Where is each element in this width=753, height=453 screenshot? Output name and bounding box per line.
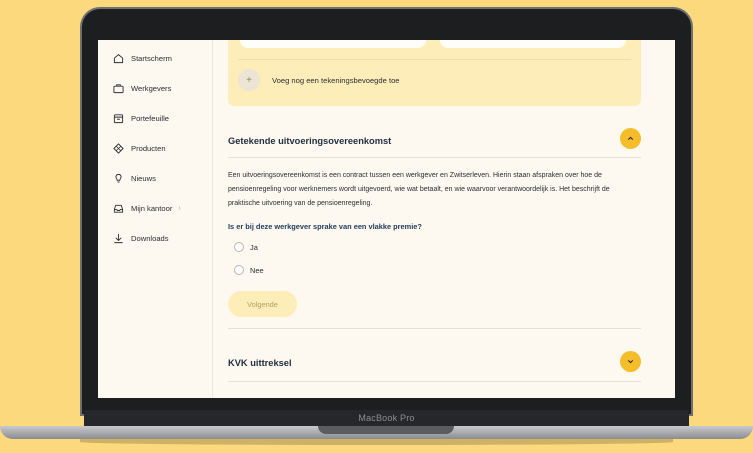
- authorized-signers-panel: + Voeg nog een tekeningsbevoegde toe: [228, 40, 641, 106]
- sidebar-item-downloads[interactable]: Downloads: [113, 233, 169, 244]
- inbox-icon: [113, 203, 124, 214]
- flat-premium-question: Is er bij deze werkgever sprake van een …: [228, 222, 422, 231]
- device-label: MacBook Pro: [358, 413, 415, 423]
- sidebar-item-label: Downloads: [131, 234, 169, 243]
- sidebar-item-startscherm[interactable]: Startscherm: [113, 53, 172, 64]
- radio-button[interactable]: [234, 265, 244, 275]
- divider: [228, 381, 641, 382]
- diamond-grid-icon: [113, 143, 124, 154]
- main-content: + Voeg nog een tekeningsbevoegde toe Get…: [212, 40, 675, 398]
- radio-option-ja[interactable]: Ja: [234, 242, 258, 252]
- sidebar-item-producten[interactable]: Producten: [113, 143, 166, 154]
- expand-toggle-button[interactable]: [620, 351, 641, 372]
- laptop-notch: [318, 426, 454, 434]
- chevron-up-icon: [627, 136, 634, 140]
- app-screen: Startscherm Werkgevers Portefeuille Prod…: [98, 40, 675, 398]
- add-signer-link[interactable]: Voeg nog een tekeningsbevoegde toe: [272, 76, 400, 85]
- folder-icon: [113, 113, 124, 124]
- sidebar-item-nieuws[interactable]: Nieuws: [113, 173, 156, 184]
- divider: [228, 157, 641, 158]
- plus-icon[interactable]: +: [238, 69, 260, 91]
- signer-card[interactable]: [440, 40, 626, 48]
- agreement-description: Een uitvoeringsovereenkomst is een contr…: [228, 172, 610, 207]
- briefcase-icon: [113, 83, 124, 94]
- sidebar-item-label: Mijn kantoor: [131, 204, 173, 213]
- sidebar-item-mijn-kantoor[interactable]: Mijn kantoor ›: [113, 203, 181, 214]
- radio-option-nee[interactable]: Nee: [234, 265, 264, 275]
- lightbulb-icon: [113, 173, 124, 184]
- sidebar: Startscherm Werkgevers Portefeuille Prod…: [98, 40, 213, 398]
- signer-card[interactable]: [240, 40, 426, 48]
- radio-label: Ja: [250, 242, 258, 252]
- sidebar-item-label: Nieuws: [131, 174, 156, 183]
- sidebar-item-label: Startscherm: [131, 54, 172, 63]
- next-button[interactable]: Volgende: [228, 291, 297, 317]
- radio-label: Nee: [250, 265, 264, 275]
- download-icon: [113, 233, 124, 244]
- laptop-chin: MacBook Pro: [84, 410, 689, 427]
- sidebar-item-label: Portefeuille: [131, 114, 169, 123]
- sidebar-item-label: Producten: [131, 144, 166, 153]
- chevron-down-icon: [627, 360, 634, 364]
- sidebar-item-portefeuille[interactable]: Portefeuille: [113, 113, 169, 124]
- divider: [238, 59, 631, 60]
- home-icon: [113, 53, 124, 64]
- divider: [228, 328, 641, 329]
- chevron-right-icon: ›: [178, 205, 181, 212]
- collapse-toggle-button[interactable]: [620, 128, 641, 149]
- sidebar-item-label: Werkgevers: [131, 84, 172, 93]
- radio-button[interactable]: [234, 242, 244, 252]
- section-title-kvk[interactable]: KVK uittreksel: [228, 358, 292, 368]
- laptop-shadow: [80, 439, 673, 445]
- section-title-signed-agreement[interactable]: Getekende uitvoeringsovereenkomst: [228, 136, 391, 146]
- sidebar-item-werkgevers[interactable]: Werkgevers: [113, 83, 171, 94]
